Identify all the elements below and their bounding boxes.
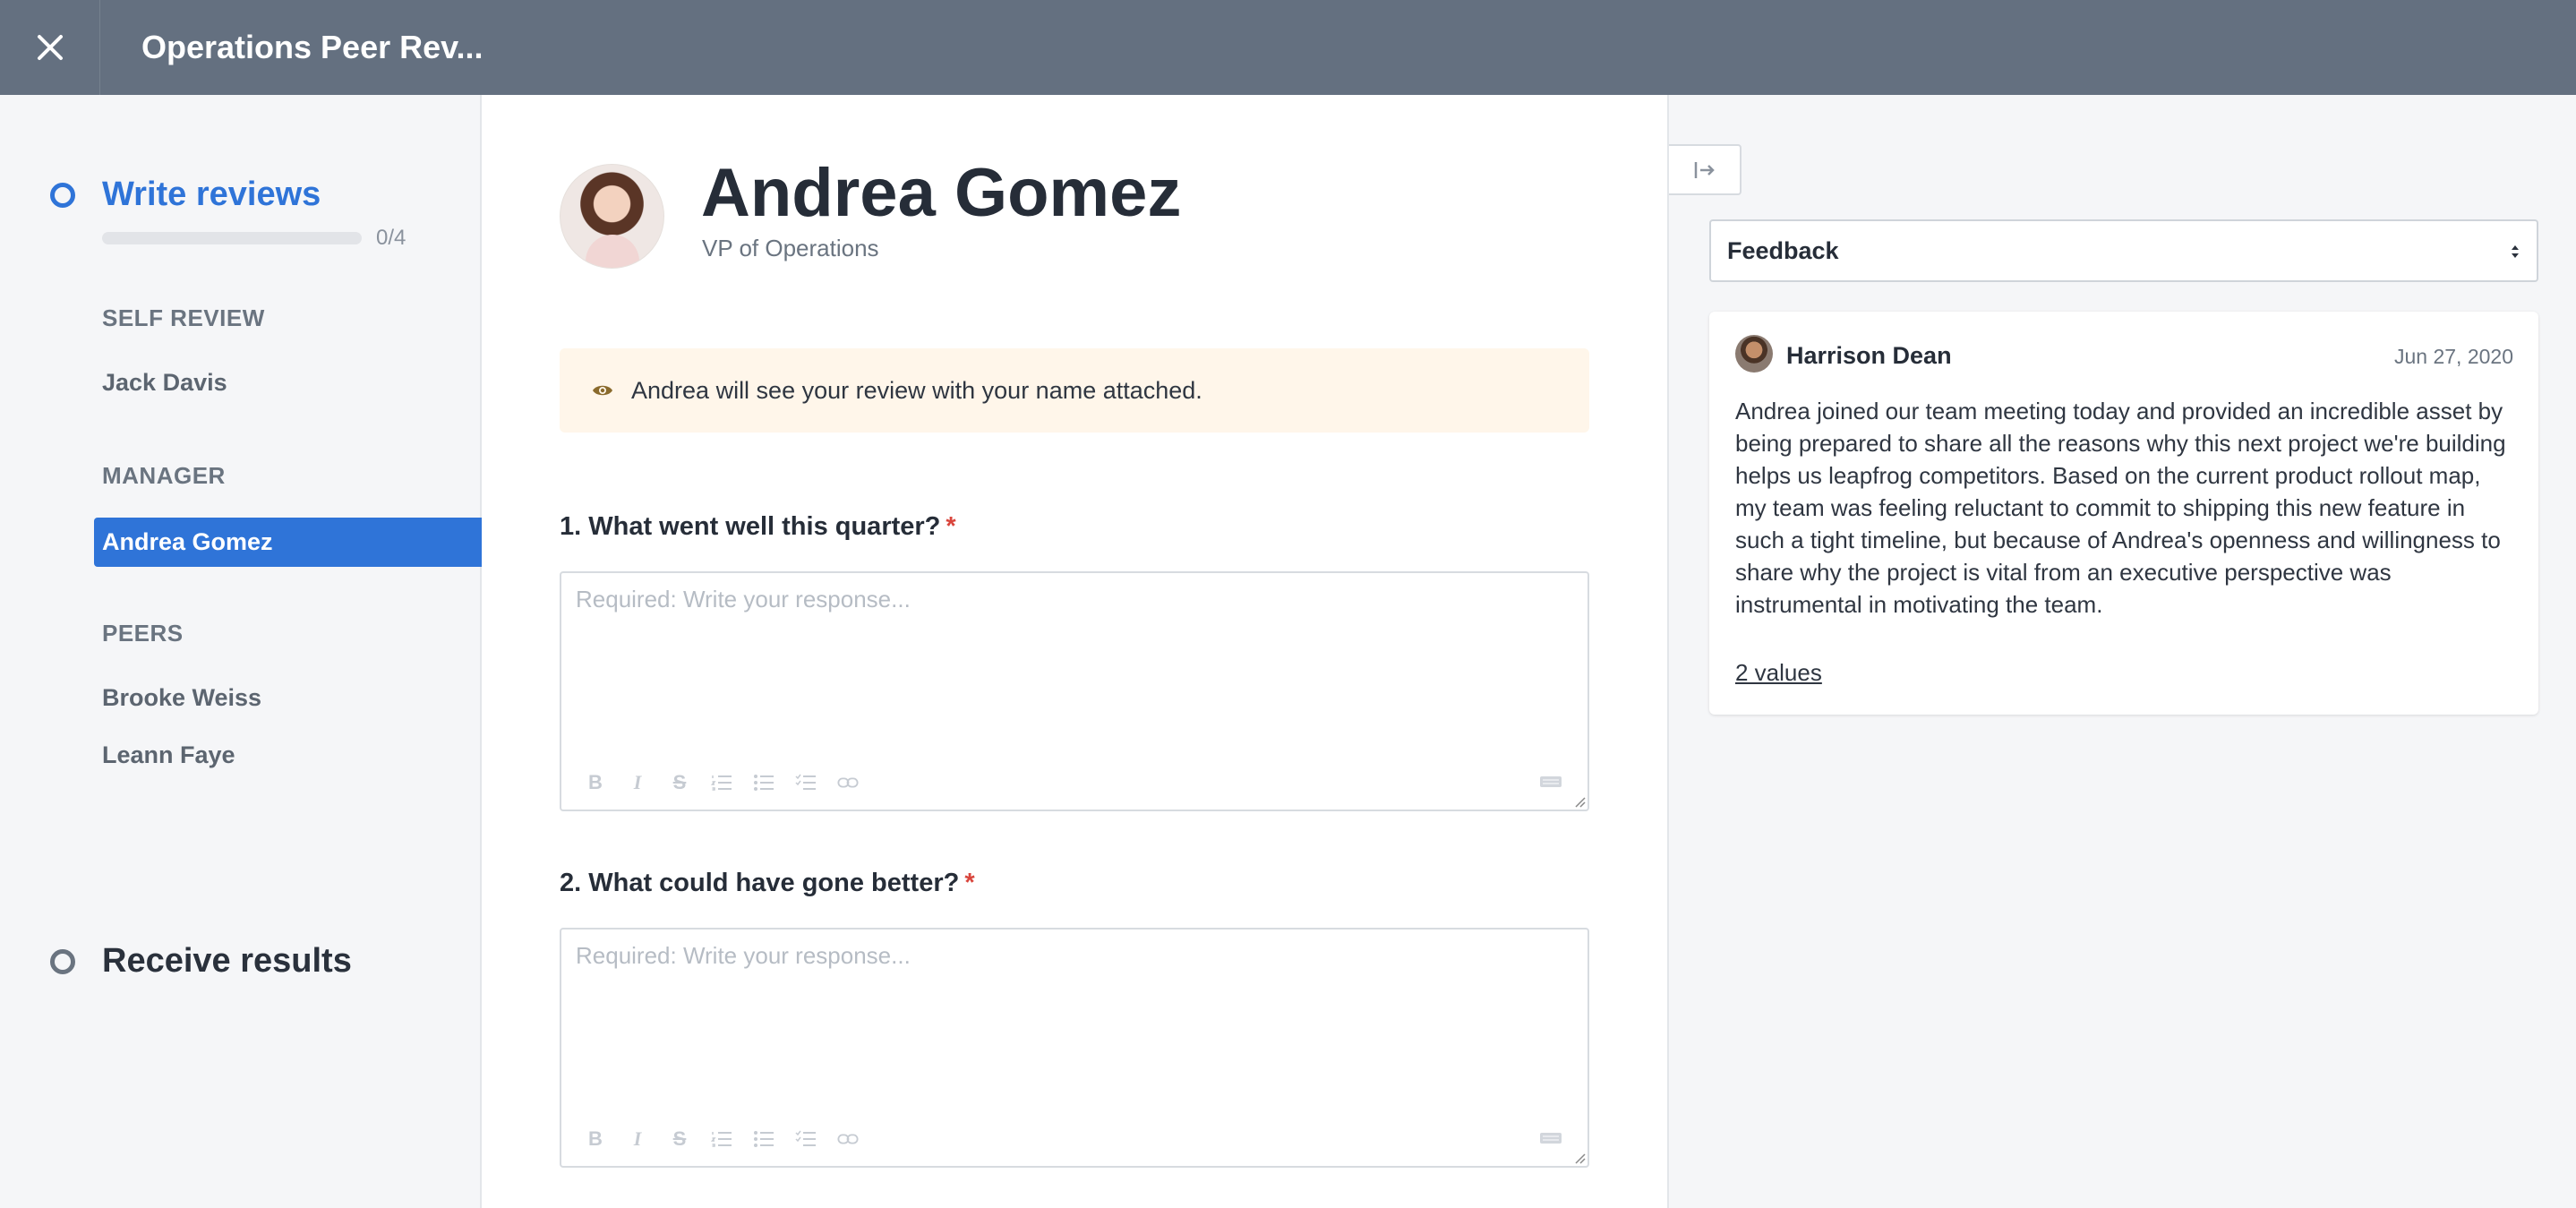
resize-handle-icon[interactable] bbox=[1573, 1152, 1586, 1164]
step-indicator-icon bbox=[50, 182, 75, 208]
sidebar-item-brooke-weiss[interactable]: Brooke Weiss bbox=[102, 684, 261, 712]
bold-icon[interactable]: B bbox=[585, 1127, 606, 1150]
reviewee-name: Andrea Gomez bbox=[701, 155, 1182, 231]
feedback-date: Jun 27, 2020 bbox=[2393, 345, 2513, 368]
italic-icon[interactable]: I bbox=[627, 771, 648, 793]
values-link[interactable]: 2 values bbox=[1735, 659, 1822, 687]
close-icon bbox=[37, 35, 63, 60]
section-heading-manager: MANAGER bbox=[102, 462, 226, 489]
italic-icon[interactable]: I bbox=[627, 1127, 648, 1150]
bullet-list-icon[interactable] bbox=[753, 772, 775, 793]
close-button[interactable] bbox=[0, 0, 100, 95]
question-2-label: 2. What could have gone better? * bbox=[560, 869, 975, 898]
keyboard-icon[interactable] bbox=[1539, 775, 1562, 788]
feedback-author: Harrison Dean bbox=[1786, 342, 1952, 369]
sort-arrows-icon bbox=[2512, 245, 2519, 258]
bullet-list-icon[interactable] bbox=[753, 1128, 775, 1150]
step-write-reviews[interactable]: Write reviews bbox=[50, 176, 321, 214]
required-mark: * bbox=[946, 512, 956, 541]
question-text: 2. What could have gone better? bbox=[560, 869, 960, 897]
section-heading-peers: PEERS bbox=[102, 620, 184, 647]
required-mark: * bbox=[964, 869, 975, 897]
question-2-editor: B I S bbox=[560, 928, 1589, 1168]
sidebar-item-andrea-gomez[interactable]: Andrea Gomez bbox=[94, 518, 482, 567]
feedback-card: Harrison Dean Jun 27, 2020 Andrea joined… bbox=[1709, 312, 2538, 715]
formatting-toolbar: B I S bbox=[585, 771, 879, 793]
checklist-icon[interactable] bbox=[795, 1128, 817, 1150]
feedback-text: Andrea joined our team meeting today and… bbox=[1735, 398, 2506, 618]
step-receive-results[interactable]: Receive results bbox=[50, 942, 352, 981]
notice-text: Andrea will see your review with your na… bbox=[631, 376, 1202, 404]
section-heading-self-review: SELF REVIEW bbox=[102, 304, 265, 331]
select-value: Feedback bbox=[1727, 236, 1839, 264]
avatar bbox=[1735, 335, 1773, 373]
ordered-list-icon[interactable] bbox=[711, 772, 732, 793]
review-progress: 0/4 bbox=[102, 226, 406, 251]
feedback-panel: Feedback Harrison Dean Jun 27, 2020 Andr… bbox=[1669, 95, 2576, 1208]
avatar bbox=[560, 164, 664, 269]
step-indicator-icon bbox=[50, 948, 75, 974]
progress-bar bbox=[102, 232, 362, 244]
checklist-icon[interactable] bbox=[795, 772, 817, 793]
step-label: Receive results bbox=[102, 942, 352, 980]
question-text: 1. What went well this quarter? bbox=[560, 512, 941, 541]
collapse-right-icon bbox=[1694, 161, 1715, 178]
sidebar-item-leann-faye[interactable]: Leann Faye bbox=[102, 741, 235, 769]
response-input[interactable] bbox=[561, 930, 1588, 1109]
reviewee-role: VP of Operations bbox=[702, 235, 879, 261]
step-label: Write reviews bbox=[102, 176, 321, 213]
top-bar: Operations Peer Rev... bbox=[0, 0, 2576, 95]
eye-icon bbox=[593, 385, 612, 396]
response-input[interactable] bbox=[561, 573, 1588, 752]
collapse-panel-button[interactable] bbox=[1669, 144, 1742, 195]
formatting-toolbar: B I S bbox=[585, 1127, 879, 1150]
question-1-label: 1. What went well this quarter? * bbox=[560, 512, 956, 542]
feedback-type-select[interactable]: Feedback bbox=[1709, 219, 2538, 282]
review-form: Andrea Gomez VP of Operations Andrea wil… bbox=[482, 95, 1669, 1208]
keyboard-icon[interactable] bbox=[1539, 1132, 1562, 1144]
visibility-notice: Andrea will see your review with your na… bbox=[560, 348, 1589, 433]
page-title: Operations Peer Rev... bbox=[141, 29, 484, 65]
strikethrough-icon[interactable]: S bbox=[669, 771, 690, 793]
ordered-list-icon[interactable] bbox=[711, 1128, 732, 1150]
question-1-editor: B I S bbox=[560, 571, 1589, 811]
sidebar: Write reviews 0/4 SELF REVIEW Jack Davis… bbox=[0, 95, 482, 1208]
bold-icon[interactable]: B bbox=[585, 771, 606, 793]
progress-count: 0/4 bbox=[376, 226, 407, 250]
link-icon[interactable] bbox=[837, 1128, 859, 1150]
sidebar-item-label: Andrea Gomez bbox=[102, 528, 273, 555]
sidebar-item-jack-davis[interactable]: Jack Davis bbox=[102, 369, 227, 397]
resize-handle-icon[interactable] bbox=[1573, 795, 1586, 808]
strikethrough-icon[interactable]: S bbox=[669, 1127, 690, 1150]
link-icon[interactable] bbox=[837, 772, 859, 793]
